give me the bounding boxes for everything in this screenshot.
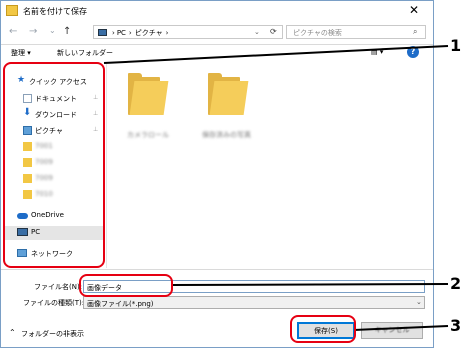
callout-lines [103, 45, 449, 331]
callout-number-3: 3 [450, 316, 462, 335]
highlight-filename-field [79, 274, 173, 297]
callout-number-1: 1 [450, 36, 462, 55]
highlight-save-button [290, 315, 356, 343]
callout-number-2: 2 [450, 274, 462, 293]
